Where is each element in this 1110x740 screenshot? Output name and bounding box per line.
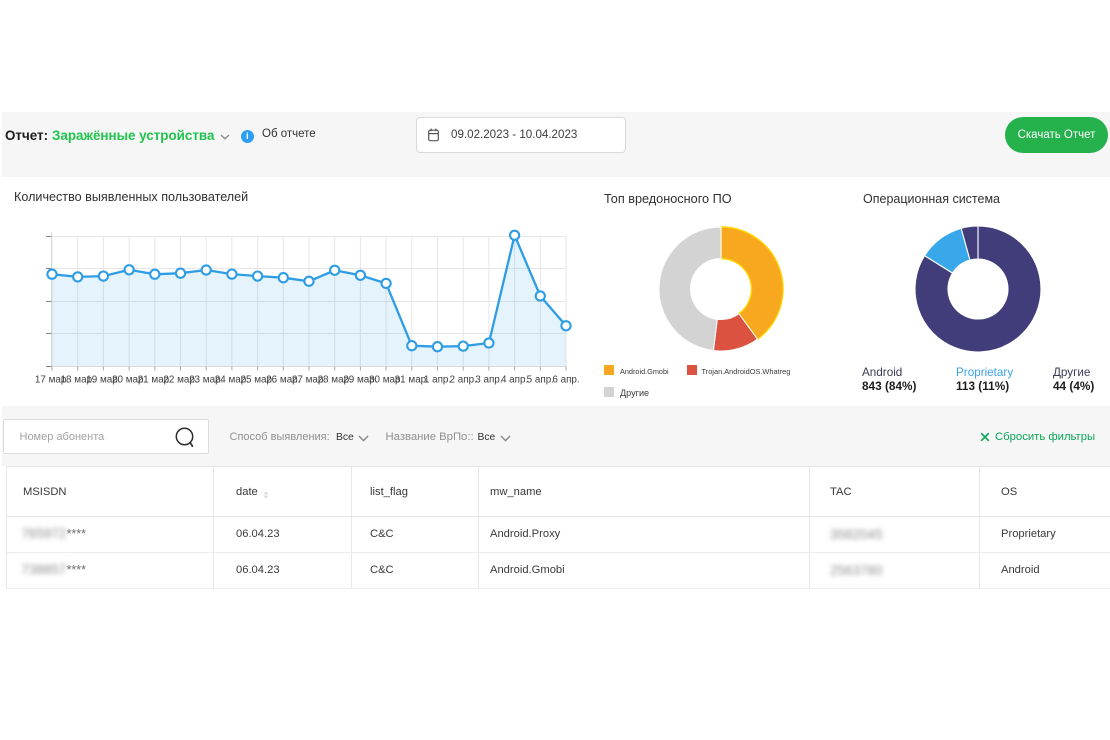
svg-text:5 апр.: 5 апр. — [527, 375, 554, 386]
svg-text:6 апр.: 6 апр. — [552, 375, 579, 386]
svg-text:1 апр.: 1 апр. — [424, 375, 451, 386]
svg-text:3 апр.: 3 апр. — [475, 375, 502, 386]
svg-text:2 апр.: 2 апр. — [450, 375, 477, 386]
svg-text:4 апр.: 4 апр. — [501, 375, 528, 386]
